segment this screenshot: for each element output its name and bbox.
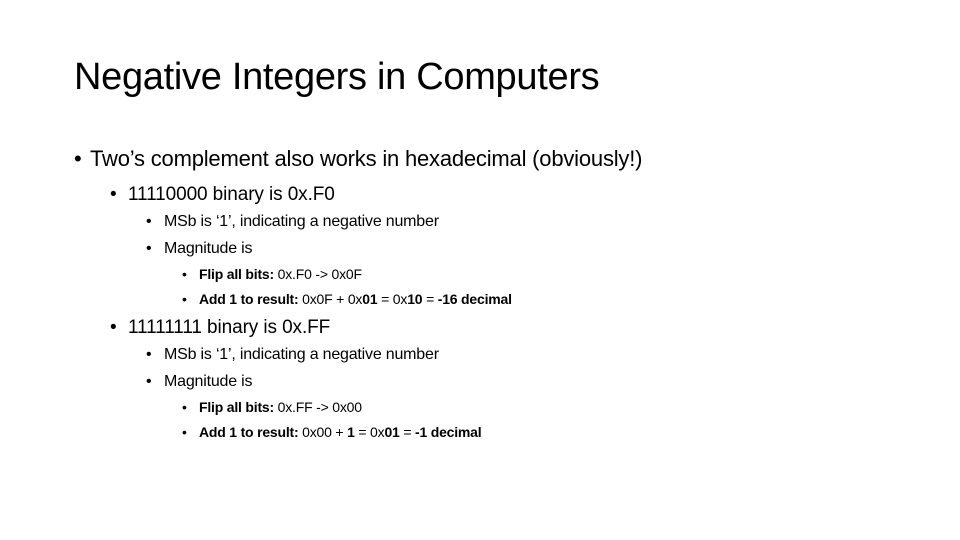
- text-run: 01: [384, 424, 400, 440]
- bullet-item-level3: • MSb is ‘1’, indicating a negative numb…: [146, 213, 439, 231]
- bullet-text: Magnitude is: [164, 373, 253, 390]
- bullet-icon: •: [110, 317, 117, 338]
- bullet-text: Add 1 to result: 0x0F + 0x01 = 0x10 = -1…: [199, 291, 512, 307]
- bullet-icon: •: [146, 373, 152, 390]
- text-run: -1 decimal: [414, 424, 482, 440]
- bullet-icon: •: [146, 240, 152, 257]
- bullet-item-level2: • 11110000 binary is 0x.F0: [110, 184, 335, 206]
- bullet-item-level4: • Add 1 to result: 0x00 + 1 = 0x01 = -1 …: [182, 424, 482, 440]
- text-run: 01: [362, 291, 378, 307]
- bullet-item-level4: • Flip all bits: 0x.FF -> 0x00: [182, 399, 362, 415]
- text-run: 0x0F + 0x: [302, 291, 363, 307]
- text-run: 0x.FF -> 0x00: [277, 399, 362, 415]
- text-run: = 0x: [377, 291, 408, 307]
- bullet-text: MSb is ‘1’, indicating a negative number: [164, 346, 439, 363]
- text-run: Add 1 to result:: [199, 291, 303, 307]
- bullet-text: 11111111 binary is 0x.FF: [128, 317, 331, 338]
- text-run: Flip all bits:: [199, 399, 278, 415]
- bullet-item-level4: • Flip all bits: 0x.F0 -> 0x0F: [182, 266, 362, 282]
- bullet-text: Flip all bits: 0x.FF -> 0x00: [199, 399, 362, 415]
- text-run: 0x.F0 -> 0x0F: [277, 266, 362, 282]
- bullet-text: MSb is ‘1’, indicating a negative number: [164, 213, 439, 230]
- bullet-text: 11110000 binary is 0x.F0: [128, 184, 335, 205]
- text-run: 10: [407, 291, 423, 307]
- slide-title: Negative Integers in Computers: [74, 56, 600, 98]
- bullet-text: Two’s complement also works in hexadecim…: [90, 146, 643, 171]
- text-run: Add 1 to result:: [199, 424, 303, 440]
- bullet-text: Flip all bits: 0x.F0 -> 0x0F: [199, 266, 362, 282]
- bullet-icon: •: [182, 266, 187, 282]
- text-run: =: [422, 291, 438, 307]
- bullet-text: Add 1 to result: 0x00 + 1 = 0x01 = -1 de…: [199, 424, 482, 440]
- text-run: =: [399, 424, 415, 440]
- text-run: = 0x: [354, 424, 385, 440]
- bullet-icon: •: [182, 424, 187, 440]
- bullet-text: Magnitude is: [164, 240, 253, 257]
- bullet-icon: •: [146, 213, 152, 230]
- bullet-icon: •: [110, 184, 117, 205]
- bullet-icon: •: [74, 146, 82, 171]
- bullet-item-level3: • Magnitude is: [146, 240, 253, 258]
- text-run: Flip all bits:: [199, 266, 278, 282]
- bullet-icon: •: [182, 291, 187, 307]
- bullet-icon: •: [146, 346, 152, 363]
- text-run: -16 decimal: [437, 291, 512, 307]
- bullet-icon: •: [182, 399, 187, 415]
- text-run: 0x00 +: [302, 424, 348, 440]
- text-run: 1: [347, 424, 355, 440]
- bullet-item-level2: • 11111111 binary is 0x.FF: [110, 317, 330, 339]
- bullet-item-level3: • MSb is ‘1’, indicating a negative numb…: [146, 346, 439, 364]
- bullet-item-level1: • Two’s complement also works in hexadec…: [74, 146, 642, 172]
- bullet-item-level3: • Magnitude is: [146, 373, 253, 391]
- bullet-item-level4: • Add 1 to result: 0x0F + 0x01 = 0x10 = …: [182, 291, 512, 307]
